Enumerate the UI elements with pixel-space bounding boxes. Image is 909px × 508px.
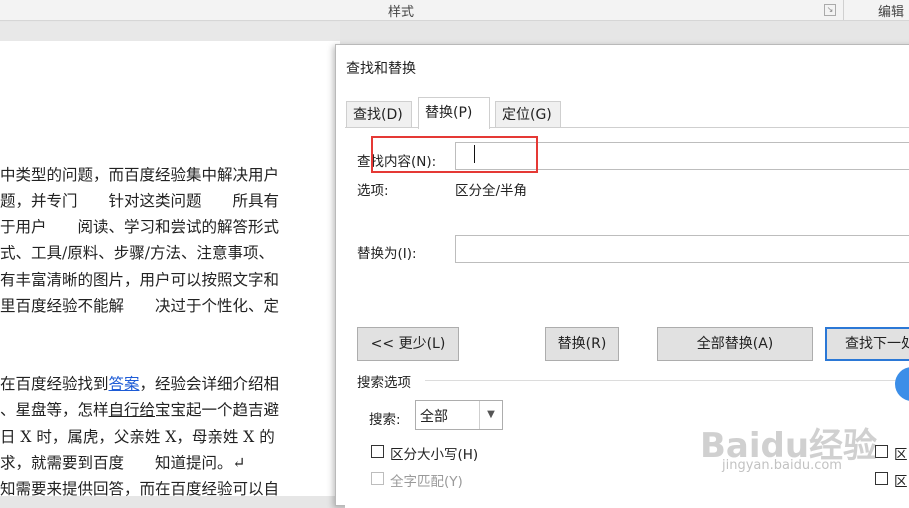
tab-goto[interactable]: 定位(G) [495,101,561,128]
doc-line: 题，并专门 针对这类问题 所具有 [0,192,280,210]
doc-line: 、星盘等，怎样自行给宝宝起一个趋吉避 [0,398,279,420]
doc-text: 在百度经验找到 [0,375,109,393]
search-direction-value: 全部 [420,409,448,425]
dialog-launcher-icon[interactable]: ↘ [824,4,836,16]
doc-line: 于用户 阅读、学习和尝试的解答形式 [0,218,280,236]
search-direction-select[interactable]: 全部 ▼ [415,400,503,430]
chevron-down-icon[interactable]: ▼ [479,401,502,429]
right-option-label-2[interactable]: 区 [894,470,908,490]
ribbon-group-strip: 样式 ↘ 编辑 [0,0,909,21]
document-page[interactable]: 中类型的问题，而百度经验集中解决用户 题，并专门 针对这类问题 所具有 于用户 … [0,22,340,498]
replace-button[interactable]: 替换(R) [545,327,619,361]
options-label: 选项: [357,183,389,199]
doc-line: 求，就需要到百度 知道提问。↵ [0,454,246,472]
less-button[interactable]: << 更少(L) [357,327,459,361]
replace-with-label: 替换为(I): [357,246,417,262]
tab-replace[interactable]: 替换(P) [418,97,490,129]
underlined-text: 自行给 [108,401,156,419]
annotation-highlight-box [371,136,538,173]
doc-line: 中类型的问题，而百度经验集中解决用户 [0,166,280,184]
find-next-button[interactable]: 查找下一处 [825,327,909,361]
whole-word-checkbox[interactable] [371,472,384,485]
whole-word-label[interactable]: 全字匹配(Y) [390,470,463,490]
ribbon-separator [843,0,844,20]
right-option-checkbox-2[interactable] [875,472,888,485]
replace-with-input[interactable] [455,235,909,263]
options-value: 区分全/半角 [455,183,528,199]
doc-line: 式、工具/原料、步骤/方法、注意事项、 [0,244,274,262]
doc-line: 有丰富清晰的图片，用户可以按照文字和 [0,271,280,289]
doc-text: 宝宝起一个趋吉避 [155,401,280,419]
search-options-divider [425,380,905,381]
right-option-label-1[interactable]: 区 [894,443,908,463]
doc-line: 知需要来提供回答，而在百度经验可以自 [0,480,280,498]
dialog-title: 查找和替换 [346,61,416,77]
search-options-label: 搜索选项 [357,375,411,391]
doc-line: 里百度经验不能解 决过于个性化、定 [0,297,280,315]
match-case-checkbox[interactable] [371,445,384,458]
baidu-watermark-url: jingyan.baidu.com [722,458,842,473]
edit-group-label: 编辑 [878,5,905,20]
answer-link[interactable]: 答案 [109,375,140,393]
search-direction-label: 搜索: [369,412,401,428]
styles-group-label: 样式 [388,5,415,20]
replace-all-button[interactable]: 全部替换(A) [657,327,813,361]
doc-text: 、星盘等，怎样 [0,401,109,419]
doc-line: 在百度经验找到答案，经验会详细介绍相 [0,372,279,394]
match-case-label[interactable]: 区分大小写(H) [390,443,478,463]
ruler [0,22,340,41]
doc-text: ，经验会详细介绍相 [139,375,280,393]
tab-find[interactable]: 查找(D) [346,101,412,128]
doc-line: 日 X 时，属虎，父亲姓 X，母亲姓 X 的 [0,428,275,446]
